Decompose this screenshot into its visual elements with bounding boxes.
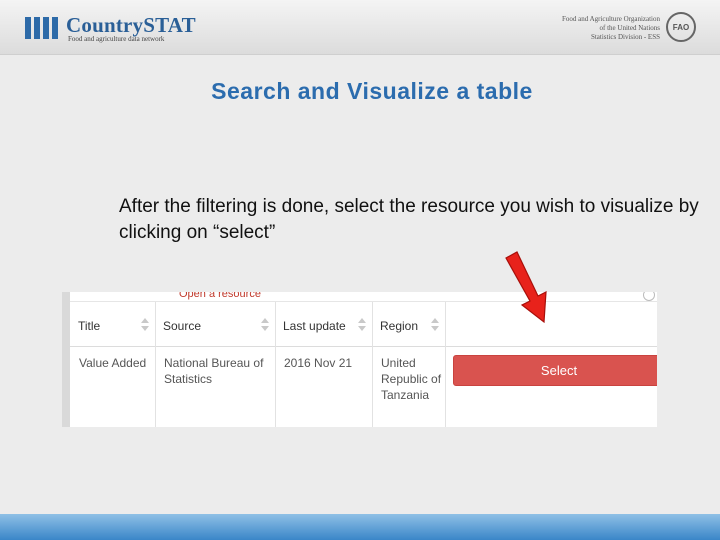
dialog-header: Open a resource — [70, 292, 657, 302]
slide-title: Search and Visualize a table — [211, 78, 533, 104]
column-header-title[interactable]: Title — [78, 319, 100, 333]
column-header-source[interactable]: Source — [163, 319, 201, 333]
dialog-title: Open a resource — [179, 292, 261, 300]
cell-source: National Bureau of Statistics — [164, 356, 264, 386]
slide-footer — [0, 514, 720, 540]
instruction-text: After the filtering is done, select the … — [119, 196, 699, 243]
select-button[interactable]: Select — [453, 355, 657, 386]
column-header-region[interactable]: Region — [380, 319, 418, 333]
sort-icon[interactable] — [261, 318, 269, 332]
column-header-last-update[interactable]: Last update — [283, 319, 346, 333]
fao-emblem-icon: FAO — [666, 12, 696, 42]
cell-title: Value Added — [79, 356, 147, 370]
sort-icon[interactable] — [141, 318, 149, 332]
arrow-icon — [505, 251, 547, 324]
cell-region: United Republic of Tanzania — [381, 356, 442, 402]
slide-header: CountrySTAT Food and agriculture data ne… — [0, 0, 720, 55]
org-line: of the United Nations — [599, 24, 660, 32]
sort-icon[interactable] — [358, 318, 366, 332]
countrystat-logo-icon — [25, 17, 58, 39]
org-name: Food and Agriculture Organization of the… — [490, 15, 660, 42]
org-line: Food and Agriculture Organization — [561, 15, 660, 23]
resource-table-screenshot: Open a resource Title Source Last update… — [62, 292, 657, 427]
sort-icon[interactable] — [431, 318, 439, 332]
brand-tagline: Food and agriculture data network — [68, 35, 165, 43]
fao-emblem-text: FAO — [672, 22, 690, 32]
close-icon[interactable] — [643, 292, 655, 301]
cell-last-update: 2016 Nov 21 — [284, 356, 353, 370]
org-line: Statistics Division - ESS — [590, 33, 660, 41]
